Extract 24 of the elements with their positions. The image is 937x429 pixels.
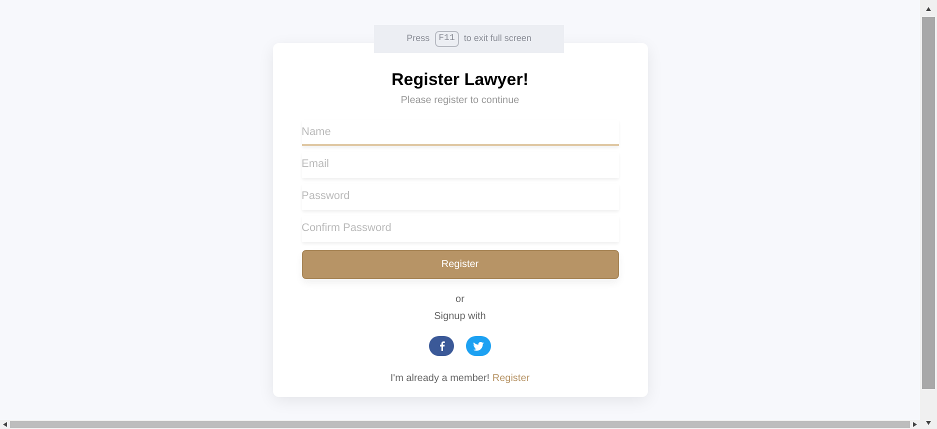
register-button[interactable]: Register (302, 250, 618, 280)
left-arrow-icon[interactable] (3, 422, 7, 427)
or-text: or (456, 293, 464, 308)
down-arrow-icon[interactable] (926, 421, 931, 425)
signup-with-text: Signup with (434, 310, 486, 324)
vertical-scrollbar[interactable] (920, 0, 937, 429)
horizontal-scrollbar[interactable] (0, 420, 920, 429)
twitter-button[interactable] (466, 336, 491, 356)
notice-text: to exit full screen (464, 32, 532, 46)
form-title: Register Lawyer! (392, 69, 528, 90)
input-field[interactable]: Name (302, 120, 618, 146)
key-label: F11 (434, 31, 459, 47)
member-text: I'm already a member! Register (390, 372, 530, 386)
register-link[interactable]: Register (492, 373, 530, 384)
input-field[interactable]: Confirm Password (302, 216, 618, 242)
right-arrow-icon[interactable] (913, 422, 917, 427)
up-arrow-icon[interactable] (926, 6, 931, 10)
bird-icon (473, 342, 484, 351)
input-field[interactable]: Email (302, 152, 618, 178)
notice-text: Press (406, 32, 430, 46)
f-letter-icon (438, 341, 444, 352)
form-subtitle: Please register to continue (400, 94, 520, 108)
input-field[interactable]: Password (302, 184, 618, 210)
facebook-button[interactable] (429, 336, 454, 356)
